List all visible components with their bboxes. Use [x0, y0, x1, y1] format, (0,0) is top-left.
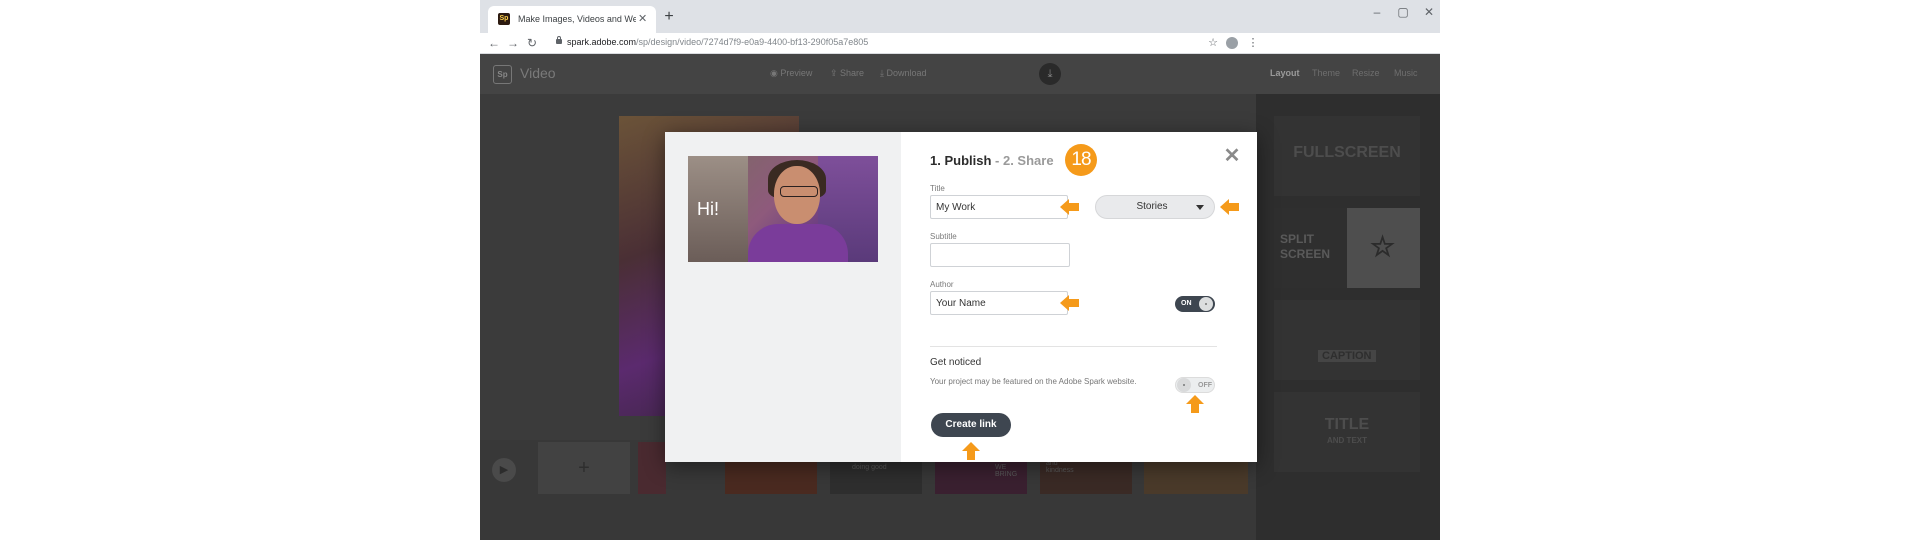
get-noticed-title: Get noticed	[930, 357, 982, 368]
step-publish: 1. Publish	[930, 153, 992, 168]
close-icon[interactable]: ✕	[1222, 146, 1242, 166]
bookmark-star-icon[interactable]: ☆	[1206, 36, 1220, 50]
tab-close-icon[interactable]: ✕	[638, 12, 647, 25]
profile-avatar-icon[interactable]	[1226, 37, 1238, 49]
author-toggle[interactable]: ON	[1175, 296, 1215, 312]
subtitle-label: Subtitle	[930, 232, 957, 241]
lock-icon[interactable]	[556, 36, 562, 44]
step-share[interactable]: 2. Share	[1003, 153, 1054, 168]
step-badge: 18	[1065, 144, 1097, 176]
dialog-steps: 1. Publish - 2. Share	[930, 153, 1054, 168]
layout-split-screen[interactable]: SPLIT SCREEN ☆	[1274, 208, 1420, 288]
menu-dots-icon[interactable]: ⋮	[1246, 36, 1260, 50]
get-noticed-description: Your project may be featured on the Adob…	[930, 377, 1137, 386]
minimize-icon[interactable]: –	[1364, 3, 1390, 21]
star-icon: ☆	[1370, 231, 1396, 262]
arrow-pointer-icon	[962, 442, 980, 460]
add-slide-button[interactable]: +	[538, 442, 630, 494]
eye-icon: ◉	[770, 68, 781, 78]
category-dropdown[interactable]: Stories	[1095, 195, 1215, 219]
new-tab-icon[interactable]: +	[658, 6, 680, 28]
forward-icon[interactable]: →	[505, 35, 521, 51]
share-icon: ⇪	[830, 68, 841, 78]
arrow-pointer-icon	[1186, 395, 1204, 413]
category-value: Stories	[1136, 201, 1168, 212]
preview-button[interactable]: ◉ Preview	[770, 68, 812, 79]
tab-title: Make Images, Videos and Web S	[518, 14, 636, 24]
tab-music[interactable]: Music	[1394, 68, 1418, 78]
subtitle-field[interactable]	[930, 243, 1070, 267]
browser-window: Sp Make Images, Videos and Web S ✕ + – ▢…	[480, 0, 1440, 540]
tab-layout[interactable]: Layout	[1270, 68, 1300, 78]
tab-bar: Sp Make Images, Videos and Web S ✕ + – ▢…	[480, 0, 1440, 33]
layout-caption[interactable]: CAPTION	[1274, 300, 1420, 380]
featured-toggle[interactable]: OFF	[1175, 377, 1215, 393]
video-thumbnail: Hi!	[688, 156, 878, 262]
url-path: /sp/design/video/7274d7f9-e0a9-4400-bf13…	[636, 37, 869, 47]
author-label: Author	[930, 280, 954, 289]
timeline-clip[interactable]	[638, 442, 666, 494]
divider	[930, 346, 1217, 347]
reload-icon[interactable]: ↻	[524, 35, 540, 51]
download-button[interactable]: ⤓ Download	[880, 68, 927, 79]
caret-down-icon	[1196, 205, 1204, 210]
app-name: Video	[520, 65, 556, 81]
title-label: Title	[930, 184, 945, 193]
layout-panel: FULLSCREEN SPLIT SCREEN ☆ CAPTION TITLE A…	[1256, 94, 1440, 540]
author-field[interactable]: Your Name	[930, 291, 1068, 315]
title-field[interactable]: My Work	[930, 195, 1068, 219]
publish-dialog: Hi! 1. Publish - 2. Share 18 ✕ Title My …	[665, 132, 1257, 462]
browser-tab[interactable]: Sp Make Images, Videos and Web S ✕	[488, 6, 656, 33]
layout-fullscreen[interactable]: FULLSCREEN	[1274, 116, 1420, 196]
export-icon[interactable]: ⤓	[1039, 63, 1061, 85]
share-button[interactable]: ⇪ Share	[830, 68, 864, 79]
arrow-pointer-icon	[1060, 295, 1080, 311]
spark-logo[interactable]: Sp	[493, 65, 512, 84]
address-bar[interactable]: spark.adobe.com/sp/design/video/7274d7f9…	[567, 37, 868, 47]
tab-resize[interactable]: Resize	[1352, 68, 1380, 78]
dialog-preview-pane: Hi!	[665, 132, 901, 462]
play-icon[interactable]: ▶	[492, 458, 516, 482]
arrow-pointer-icon	[1220, 199, 1240, 215]
back-icon[interactable]: ←	[486, 35, 502, 51]
tab-theme[interactable]: Theme	[1312, 68, 1340, 78]
maximize-icon[interactable]: ▢	[1390, 3, 1416, 21]
create-link-button[interactable]: Create link	[931, 413, 1011, 437]
window-close-icon[interactable]: ✕	[1416, 3, 1440, 21]
arrow-pointer-icon	[1060, 199, 1080, 215]
url-domain: spark.adobe.com	[567, 37, 637, 47]
browser-toolbar: ← → ↻ spark.adobe.com/sp/design/video/72…	[480, 33, 1440, 54]
app-header: Sp Video ◉ Preview ⇪ Share ⤓ Download ⤓ …	[480, 54, 1440, 94]
thumbnail-caption: Hi!	[697, 199, 719, 219]
spark-favicon-icon: Sp	[498, 13, 510, 25]
layout-title-text[interactable]: TITLE AND TEXT	[1274, 392, 1420, 472]
